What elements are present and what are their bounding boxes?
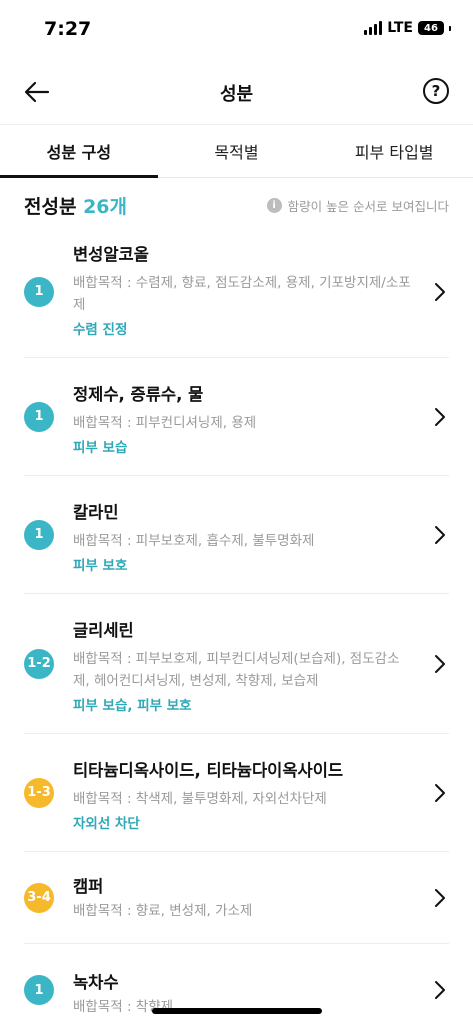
tab-composition[interactable]: 성분 구성 <box>0 125 158 178</box>
network-label: LTE <box>387 20 413 36</box>
battery-icon: 46 <box>418 21 444 35</box>
ingredient-name: 변성알코올 <box>73 245 149 264</box>
chevron-right-icon <box>435 654 445 673</box>
chevron-right-icon <box>435 888 445 907</box>
safety-grade-badge: 1-2 <box>24 648 54 679</box>
chevron-right-icon <box>435 525 445 544</box>
ingredient-name: 칼라민 <box>73 503 119 522</box>
ingredient-purpose: 배합목적 : 피부컨디셔닝제, 용제 <box>73 415 257 431</box>
tab-bar: 성분 구성 목적별 피부 타입별 <box>0 124 473 178</box>
ingredient-list: 1 변성알코올 배합목적 : 수렴제, 향료, 점도감소제, 용제, 기포방지제… <box>0 226 473 1024</box>
safety-grade-badge: 1 <box>24 276 54 307</box>
ingredient-purpose: 배합목적 : 착향제 <box>73 999 174 1015</box>
home-indicator[interactable] <box>152 1008 322 1014</box>
help-icon: ? <box>431 82 441 100</box>
item-body: 변성알코올 배합목적 : 수렴제, 향료, 점도감소제, 용제, 기포방지제/소… <box>73 226 415 340</box>
list-item[interactable]: 1 변성알코올 배합목적 : 수렴제, 향료, 점도감소제, 용제, 기포방지제… <box>24 226 449 358</box>
safety-grade-badge: 1 <box>24 401 54 432</box>
ingredient-tags: 피부 보호 <box>73 558 128 574</box>
safety-grade-badge: 1-3 <box>24 777 54 808</box>
summary-title: 전성분 26개 <box>24 192 127 219</box>
list-item[interactable]: 1-3 티타늄디옥사이드, 티타늄다이옥사이드 배합목적 : 착색제, 불투명화… <box>24 734 449 852</box>
ingredient-tags: 수렴 진정 <box>73 322 128 338</box>
list-item[interactable]: 1-2 글리세린 배합목적 : 피부보호제, 피부컨디셔닝제(보습제), 점도감… <box>24 594 449 734</box>
list-item[interactable]: 1 칼라민 배합목적 : 피부보호제, 흡수제, 불투명화제 피부 보호 <box>24 476 449 594</box>
item-body: 캠퍼 배합목적 : 향료, 변성제, 가소제 <box>73 852 415 922</box>
list-item[interactable]: 1 정제수, 증류수, 물 배합목적 : 피부컨디셔닝제, 용제 피부 보습 <box>24 358 449 476</box>
ingredient-purpose: 배합목적 : 향료, 변성제, 가소제 <box>73 903 253 919</box>
ingredient-name: 캠퍼 <box>73 877 104 896</box>
ingredient-name: 녹차수 <box>73 973 119 992</box>
help-button[interactable]: ? <box>423 78 449 104</box>
ingredient-purpose: 배합목적 : 피부보호제, 피부컨디셔닝제(보습제), 점도감소제, 헤어컨디셔… <box>73 651 400 689</box>
item-body: 티타늄디옥사이드, 티타늄다이옥사이드 배합목적 : 착색제, 불투명화제, 자… <box>73 734 415 834</box>
signal-icon <box>364 21 383 35</box>
app-header: 성분 ? <box>0 62 473 122</box>
chevron-right-icon <box>435 407 445 426</box>
ingredient-name: 티타늄디옥사이드, 티타늄다이옥사이드 <box>73 761 344 780</box>
summary-note: i 함량이 높은 순서로 보여집니다 <box>266 196 449 215</box>
tab-skin-type[interactable]: 피부 타입별 <box>315 125 473 177</box>
chevron-right-icon <box>435 783 445 802</box>
safety-grade-badge: 3-4 <box>24 882 54 913</box>
ingredient-purpose: 배합목적 : 착색제, 불투명화제, 자외선차단제 <box>73 791 327 807</box>
safety-grade-badge: 1 <box>24 975 54 1005</box>
battery-level: 46 <box>424 22 438 34</box>
battery-cap <box>449 25 451 31</box>
page-title: 성분 <box>219 84 254 105</box>
item-body: 글리세린 배합목적 : 피부보호제, 피부컨디셔닝제(보습제), 점도감소제, … <box>73 594 415 716</box>
ingredient-name: 정제수, 증류수, 물 <box>73 385 204 404</box>
tab-purpose[interactable]: 목적별 <box>158 125 316 177</box>
chevron-right-icon <box>435 981 445 999</box>
status-indicators: LTE 46 <box>364 20 451 36</box>
ingredient-tags: 피부 보습, 피부 보호 <box>73 698 192 714</box>
info-icon: i <box>266 198 282 213</box>
status-time: 7:27 <box>44 18 92 40</box>
chevron-right-icon <box>435 282 445 301</box>
ingredient-tags: 자외선 차단 <box>73 816 140 832</box>
summary-title-text: 전성분 <box>24 196 84 218</box>
ingredient-purpose: 배합목적 : 피부보호제, 흡수제, 불투명화제 <box>73 533 315 549</box>
status-bar: 7:27 LTE 46 <box>0 0 473 58</box>
ingredient-tags: 피부 보습 <box>73 440 128 456</box>
list-item[interactable]: 3-4 캠퍼 배합목적 : 향료, 변성제, 가소제 <box>24 852 449 944</box>
ingredient-name: 글리세린 <box>73 621 134 640</box>
summary-row: 전성분 26개 i 함량이 높은 순서로 보여집니다 <box>0 190 473 220</box>
ingredient-count: 26개 <box>83 196 127 218</box>
summary-note-text: 함량이 높은 순서로 보여집니다 <box>287 199 449 214</box>
ingredient-purpose: 배합목적 : 수렴제, 향료, 점도감소제, 용제, 기포방지제/소포제 <box>73 275 411 313</box>
safety-grade-badge: 1 <box>24 519 54 550</box>
item-body: 녹차수 배합목적 : 착향제 <box>73 944 415 1018</box>
item-body: 정제수, 증류수, 물 배합목적 : 피부컨디셔닝제, 용제 피부 보습 <box>73 358 415 458</box>
item-body: 칼라민 배합목적 : 피부보호제, 흡수제, 불투명화제 피부 보호 <box>73 476 415 576</box>
